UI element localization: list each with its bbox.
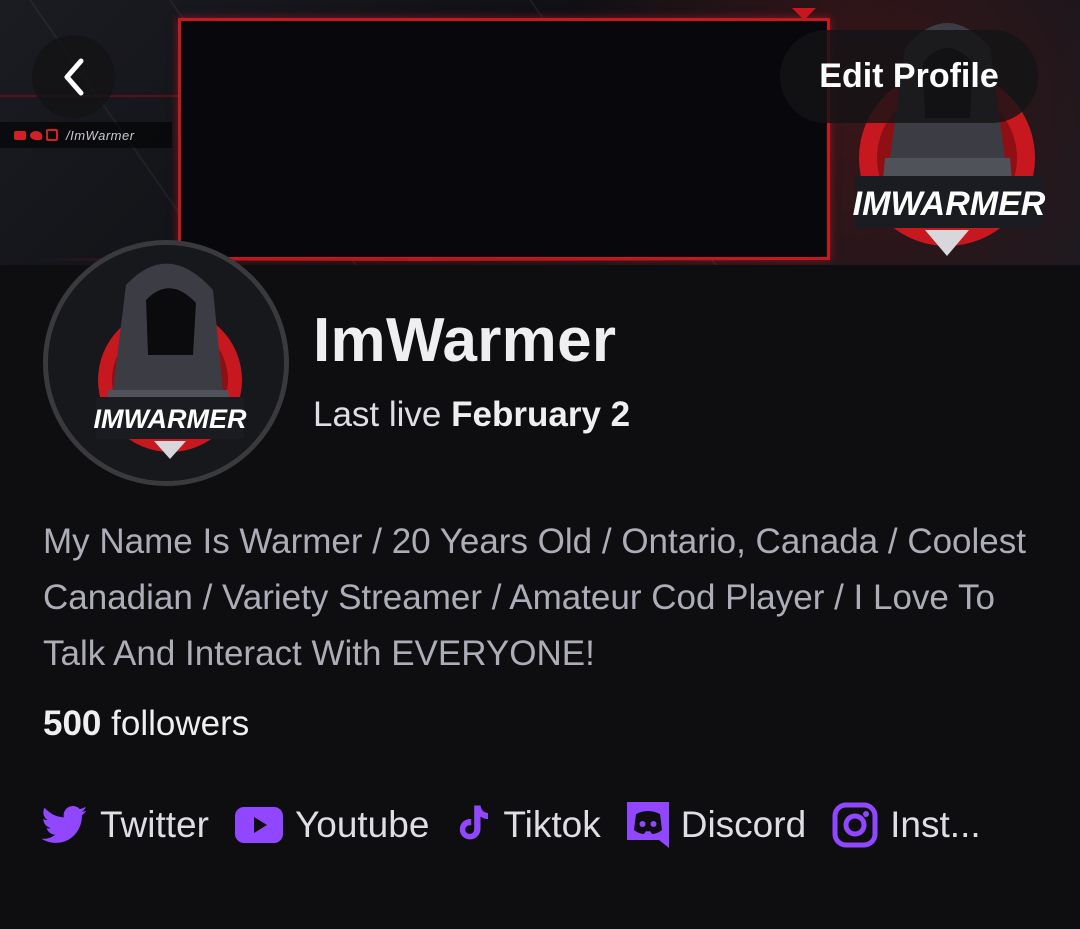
banner-logo-text: IMWARMER	[853, 185, 1046, 223]
link-discord[interactable]: Discord	[626, 802, 807, 848]
chevron-left-icon	[64, 58, 83, 95]
link-instagram[interactable]: Inst...	[832, 802, 981, 848]
twitter-icon	[30, 130, 42, 140]
edit-profile-button[interactable]: Edit Profile	[780, 30, 1038, 123]
instagram-icon	[832, 802, 878, 848]
link-twitter[interactable]: Twitter	[42, 804, 209, 846]
followers-count: 500	[43, 704, 102, 743]
link-label: Twitter	[100, 804, 209, 845]
followers: 500 followers	[43, 704, 249, 744]
discord-icon	[626, 802, 669, 848]
link-label: Inst...	[890, 804, 981, 845]
link-label: Discord	[680, 804, 807, 845]
instagram-icon	[46, 129, 58, 141]
link-tiktok[interactable]: Tiktok	[455, 804, 601, 846]
avatar-mascot-logo: IMWARMER	[48, 245, 284, 481]
last-live: Last live February 2	[313, 395, 630, 435]
link-label: Youtube	[294, 804, 430, 845]
avatar[interactable]: IMWARMER	[43, 240, 289, 486]
channel-bio: My Name Is Warmer / 20 Years Old / Ontar…	[43, 522, 1026, 673]
link-label: Tiktok	[503, 804, 601, 845]
banner-social-bar: /ImWarmer	[0, 122, 172, 148]
banner-handle: /ImWarmer	[66, 127, 135, 143]
youtube-icon	[234, 807, 283, 843]
banner-frame	[178, 18, 830, 260]
social-links: Twitter Youtube Tiktok Discord Inst...	[42, 795, 1052, 855]
channel-name: ImWarmer	[313, 306, 617, 375]
last-live-date: February 2	[451, 395, 631, 434]
avatar-logo-text: IMWARMER	[94, 404, 247, 434]
youtube-icon	[14, 130, 26, 140]
tiktok-icon	[455, 805, 491, 845]
twitter-icon	[42, 805, 88, 845]
followers-label: followers	[111, 704, 250, 743]
last-live-prefix: Last live	[313, 395, 442, 434]
link-youtube[interactable]: Youtube	[234, 804, 430, 846]
back-button[interactable]	[32, 35, 115, 118]
